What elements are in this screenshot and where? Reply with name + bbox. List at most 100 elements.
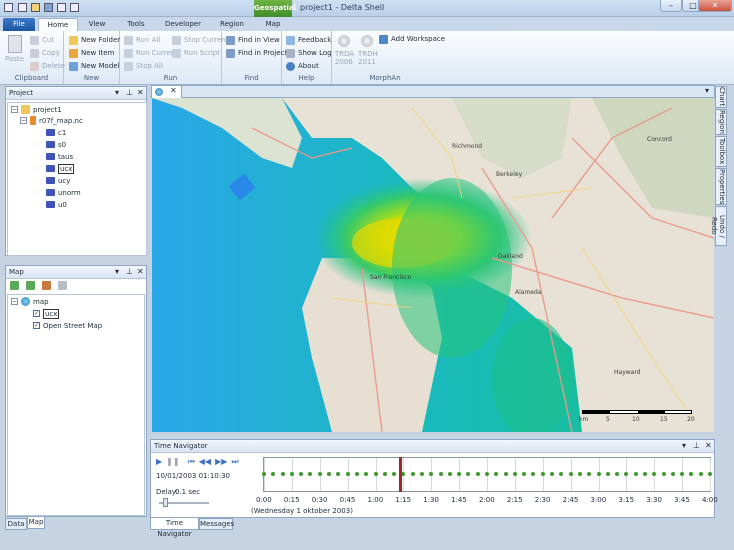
timestep-dot[interactable] — [559, 472, 564, 476]
dropdown-icon[interactable]: ▾ — [115, 267, 119, 276]
tab-toolbox[interactable]: Toolbox — [715, 136, 727, 167]
close-icon[interactable]: ✕ — [137, 267, 144, 276]
tab-data[interactable]: Data — [5, 518, 27, 530]
timestep-dot[interactable] — [503, 472, 508, 476]
tree-item[interactable]: taus — [46, 151, 73, 162]
timestep-dot[interactable] — [271, 472, 276, 476]
timestep-dot[interactable] — [401, 472, 406, 476]
timestep-dot[interactable] — [680, 472, 685, 476]
add-wms-layer-icon[interactable] — [26, 281, 35, 290]
timestep-dot[interactable] — [550, 472, 555, 476]
redo-icon[interactable] — [70, 3, 79, 12]
tab-time-navigator[interactable]: Time Navigator — [150, 518, 199, 538]
dropdown-icon[interactable]: ▾ — [115, 88, 119, 97]
timestep-dot[interactable] — [568, 472, 573, 476]
timestep-dot[interactable] — [289, 472, 294, 476]
timestep-dot[interactable] — [410, 472, 415, 476]
tab-home[interactable]: Home — [38, 18, 78, 31]
timestep-dot[interactable] — [540, 472, 545, 476]
map-view[interactable]: km 5 10 15 20 Concord Richmond Berkeley … — [152, 98, 714, 432]
add-workspace-button[interactable]: Add Workspace — [379, 33, 445, 45]
timestep-dot[interactable] — [522, 472, 527, 476]
timestep-dot[interactable] — [364, 472, 369, 476]
tree-item-selected[interactable]: ucx — [46, 163, 75, 174]
timestep-dot[interactable] — [531, 472, 536, 476]
tab-map-panel[interactable]: Map — [27, 517, 45, 529]
timestep-dot[interactable] — [373, 472, 378, 476]
timestep-dot[interactable] — [345, 472, 350, 476]
timestep-dot[interactable] — [512, 472, 517, 476]
tree-root[interactable]: − project1 — [11, 104, 62, 115]
delay-slider[interactable] — [159, 498, 209, 507]
timestep-dot[interactable] — [708, 472, 712, 476]
open-folder-icon[interactable] — [31, 3, 40, 12]
layer-properties-icon[interactable] — [58, 281, 67, 290]
timestep-dot[interactable] — [642, 472, 647, 476]
tree-item[interactable]: unorm — [46, 187, 81, 198]
current-time-marker[interactable] — [398, 457, 402, 492]
timestep-dot[interactable] — [457, 472, 462, 476]
run-script-button[interactable]: Run Script — [172, 47, 220, 59]
first-frame-icon[interactable]: ⏮ — [188, 457, 195, 467]
paste-button[interactable]: Paste — [5, 55, 24, 63]
timestep-dot[interactable] — [327, 472, 332, 476]
map-root[interactable]: − map — [11, 296, 49, 307]
timestep-dot[interactable] — [633, 472, 638, 476]
timestep-dot[interactable] — [587, 472, 592, 476]
timestep-dot[interactable] — [624, 472, 629, 476]
new-model-button[interactable]: New Model — [69, 60, 120, 72]
tab-tools[interactable]: Tools — [118, 18, 154, 31]
tab-file[interactable]: File — [3, 18, 35, 31]
tab-region-panel[interactable]: Region — [715, 109, 727, 135]
about-button[interactable]: About — [286, 60, 319, 72]
tree-item[interactable]: u0 — [46, 199, 67, 210]
stop-all-button[interactable]: Stop All — [124, 60, 163, 72]
timestep-dot[interactable] — [354, 472, 359, 476]
timestep-dot[interactable] — [466, 472, 471, 476]
tab-list-dropdown-icon[interactable]: ▾ — [705, 86, 709, 95]
previous-frame-icon[interactable]: ◀◀ — [199, 457, 211, 467]
timestep-dot[interactable] — [670, 472, 675, 476]
timestep-dot[interactable] — [382, 472, 387, 476]
timestep-dot[interactable] — [262, 472, 266, 476]
feedback-button[interactable]: Feedback — [286, 34, 331, 46]
app-icon[interactable] — [4, 3, 13, 12]
delay-slider-handle[interactable] — [163, 498, 168, 507]
tab-messages[interactable]: Messages — [199, 518, 234, 530]
tab-chart[interactable]: Chart — [715, 86, 727, 108]
last-frame-icon[interactable]: ⏭ — [231, 457, 238, 467]
timestep-dot[interactable] — [485, 472, 489, 476]
remove-layer-icon[interactable] — [42, 281, 51, 290]
timestep-dot[interactable] — [429, 472, 434, 476]
trda-button[interactable]: TRDA — [335, 50, 354, 58]
tree-item[interactable]: c1 — [46, 127, 66, 138]
timestep-dot[interactable] — [698, 472, 703, 476]
tree-file[interactable]: − r07f_map.nc — [20, 115, 83, 126]
timestep-dot[interactable] — [577, 472, 582, 476]
timestep-dot[interactable] — [392, 472, 397, 476]
close-icon[interactable]: ✕ — [137, 88, 144, 97]
layer-item[interactable]: ✓ Open Street Map — [33, 320, 102, 331]
timestep-dot[interactable] — [447, 472, 452, 476]
timestep-dot[interactable] — [475, 472, 480, 476]
run-current-button[interactable]: Run Current — [124, 47, 178, 59]
layer-checkbox[interactable]: ✓ — [33, 310, 40, 317]
pin-icon[interactable]: ⊥ — [693, 441, 700, 450]
cut-button[interactable]: Cut — [30, 34, 54, 46]
find-in-project-button[interactable]: Find in Project — [226, 47, 287, 59]
timestep-dot[interactable] — [317, 472, 322, 476]
show-log-button[interactable]: Show Log — [286, 47, 332, 59]
timestep-dot[interactable] — [689, 472, 694, 476]
dropdown-icon[interactable]: ▾ — [682, 441, 686, 450]
timeline[interactable] — [262, 457, 712, 492]
run-all-button[interactable]: Run All — [124, 34, 160, 46]
layer-checkbox[interactable]: ✓ — [33, 322, 40, 329]
save-icon[interactable] — [44, 3, 53, 12]
timestep-dot[interactable] — [494, 472, 499, 476]
tree-item[interactable]: s0 — [46, 139, 66, 150]
tab-region[interactable]: Region — [212, 18, 252, 31]
tab-undo-redo[interactable]: Undo / Redo — [710, 206, 727, 246]
timestep-dot[interactable] — [652, 472, 657, 476]
timestep-dot[interactable] — [596, 472, 601, 476]
timestep-dot[interactable] — [615, 472, 620, 476]
